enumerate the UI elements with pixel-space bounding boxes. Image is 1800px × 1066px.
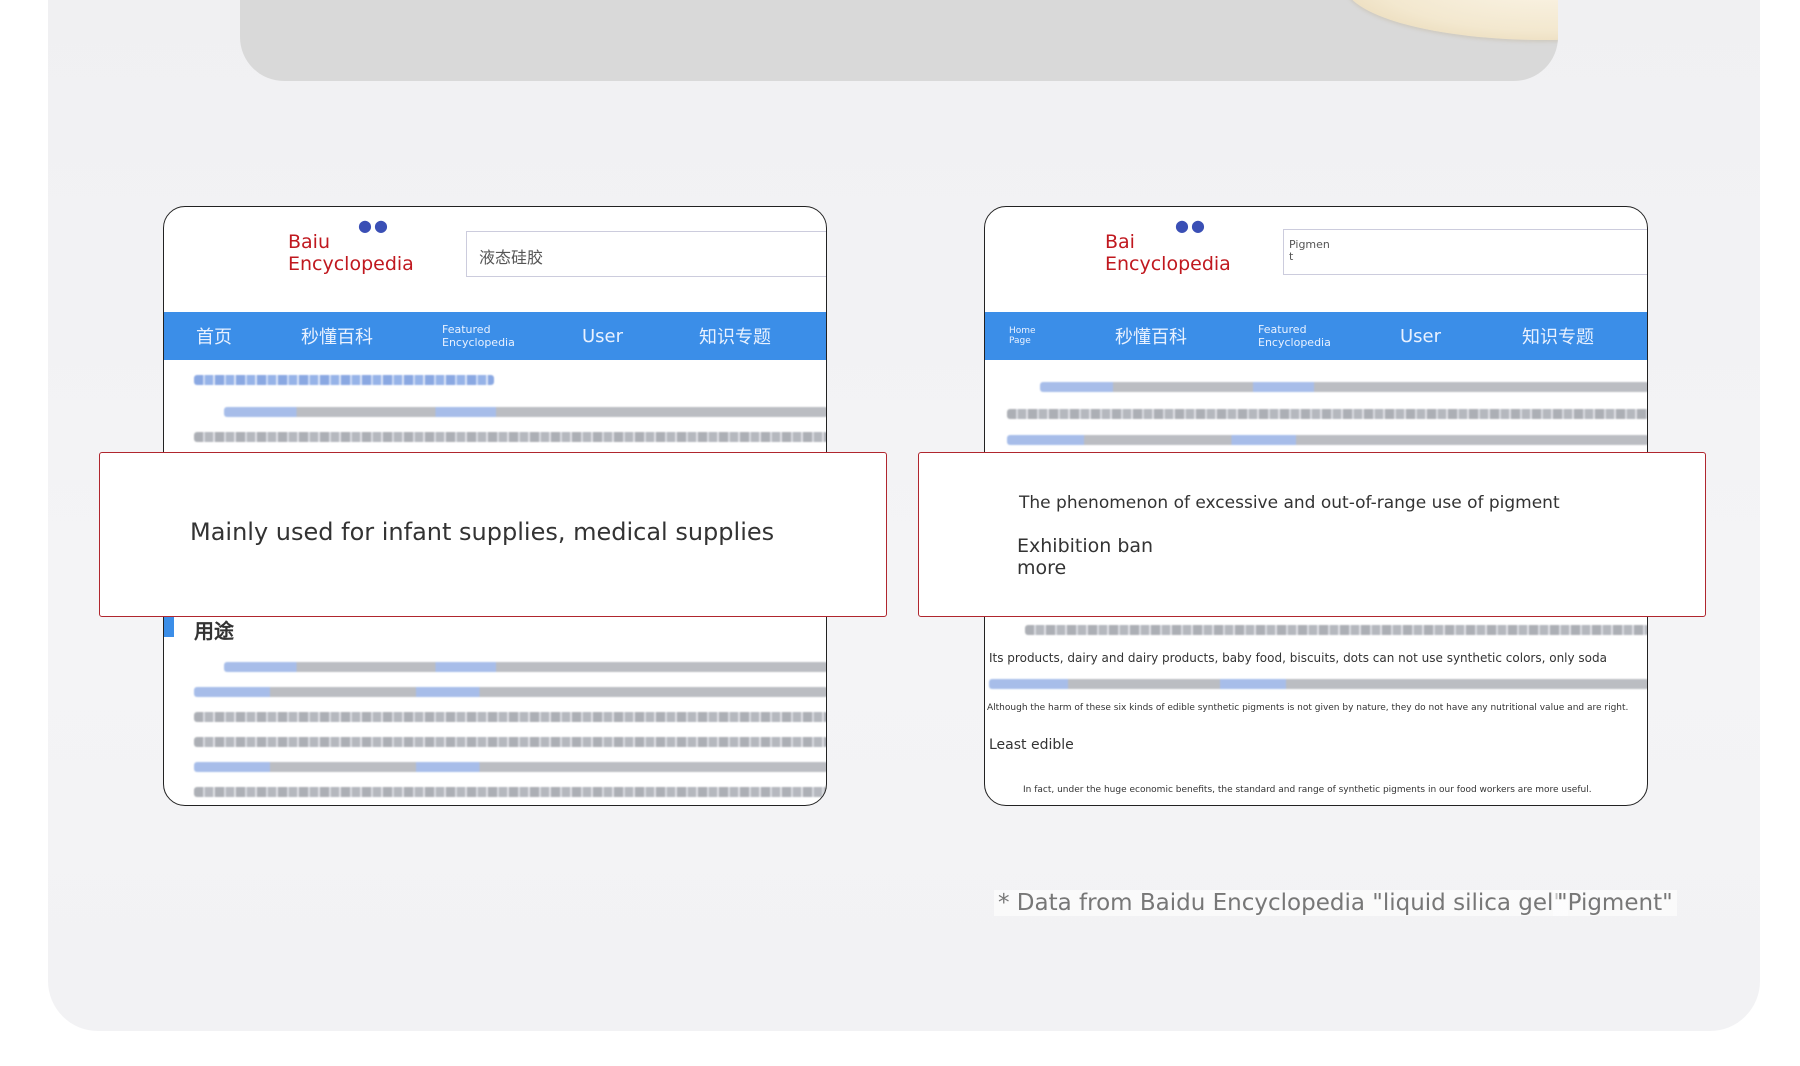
callout-text: Mainly used for infant supplies, medical…	[190, 518, 775, 546]
article-line	[1025, 625, 1647, 635]
article-line	[1007, 409, 1647, 419]
article-line	[989, 679, 1647, 689]
nav-second-encyclopedia[interactable]: 秒懂百科	[301, 312, 373, 360]
nav-user[interactable]: User	[582, 312, 623, 360]
brand-line2: Encyclopedia	[288, 253, 414, 275]
article-line	[194, 687, 826, 697]
search-value-line1: Pigmen	[1289, 238, 1330, 251]
nav-bar: Home Page 秒懂百科 Featured Encyclopedia User …	[985, 312, 1647, 360]
paw-icon: ●●	[1175, 216, 1207, 235]
article-text-products: Its products, dairy and dairy products, …	[989, 651, 1607, 665]
article-line	[1007, 435, 1647, 445]
callout-pigment: The phenomenon of excessive and out-of-r…	[918, 452, 1706, 617]
brand-logo: ●● Baiu Encyclopedia	[288, 216, 414, 275]
nav-home[interactable]: 首页	[196, 312, 232, 360]
footnote-pigment: "Pigment"	[1553, 890, 1677, 916]
section-heading: 用途	[194, 619, 234, 643]
nav-user[interactable]: User	[1400, 312, 1441, 360]
article-line	[194, 375, 494, 385]
nav-bar: 首页 秒懂百科 Featured Encyclopedia User 知识专题	[164, 312, 826, 360]
product-image-banner	[240, 0, 1558, 81]
article-text-harm: Although the harm of these six kinds of …	[987, 703, 1629, 713]
article-line	[194, 712, 826, 722]
article-line	[194, 787, 826, 797]
search-input[interactable]: Pigmen t	[1283, 229, 1647, 275]
search-value: 液态硅胶	[479, 248, 544, 267]
product-plate-image	[1345, 0, 1558, 40]
callout-silica-gel: Mainly used for infant supplies, medical…	[99, 452, 887, 617]
brand-line1: Baiu	[288, 231, 330, 253]
paw-icon: ●●	[358, 216, 390, 235]
nav-topics[interactable]: 知识专题	[699, 312, 771, 360]
brand-line1: Bai	[1105, 231, 1135, 253]
nav-featured[interactable]: Featured Encyclopedia	[442, 312, 515, 360]
brand-line2: Encyclopedia	[1105, 253, 1231, 275]
article-line	[194, 737, 826, 747]
nav-featured[interactable]: Featured Encyclopedia	[1258, 312, 1331, 360]
article-line	[194, 432, 826, 442]
article-line	[224, 662, 826, 672]
article-text-fact: In fact, under the huge economic benefit…	[1023, 785, 1592, 795]
brand-logo: ●● Bai Encyclopedia	[1105, 216, 1231, 275]
callout-text-line2: Exhibition ban more	[1017, 535, 1154, 579]
callout-text-line1: The phenomenon of excessive and out-of-r…	[1019, 493, 1560, 513]
search-value-line2: t	[1289, 250, 1294, 263]
article-line	[194, 762, 826, 772]
nav-home[interactable]: Home Page	[1009, 312, 1036, 360]
article-text-least: Least edible	[989, 737, 1074, 753]
search-input[interactable]: 液态硅胶	[466, 231, 826, 277]
section-marker	[164, 617, 174, 637]
nav-topics[interactable]: 知识专题	[1522, 312, 1594, 360]
nav-second-encyclopedia[interactable]: 秒懂百科	[1115, 312, 1187, 360]
footnote-source: * Data from Baidu Encyclopedia "liquid s…	[994, 890, 1569, 916]
article-line	[1040, 382, 1647, 392]
article-line	[224, 407, 826, 417]
